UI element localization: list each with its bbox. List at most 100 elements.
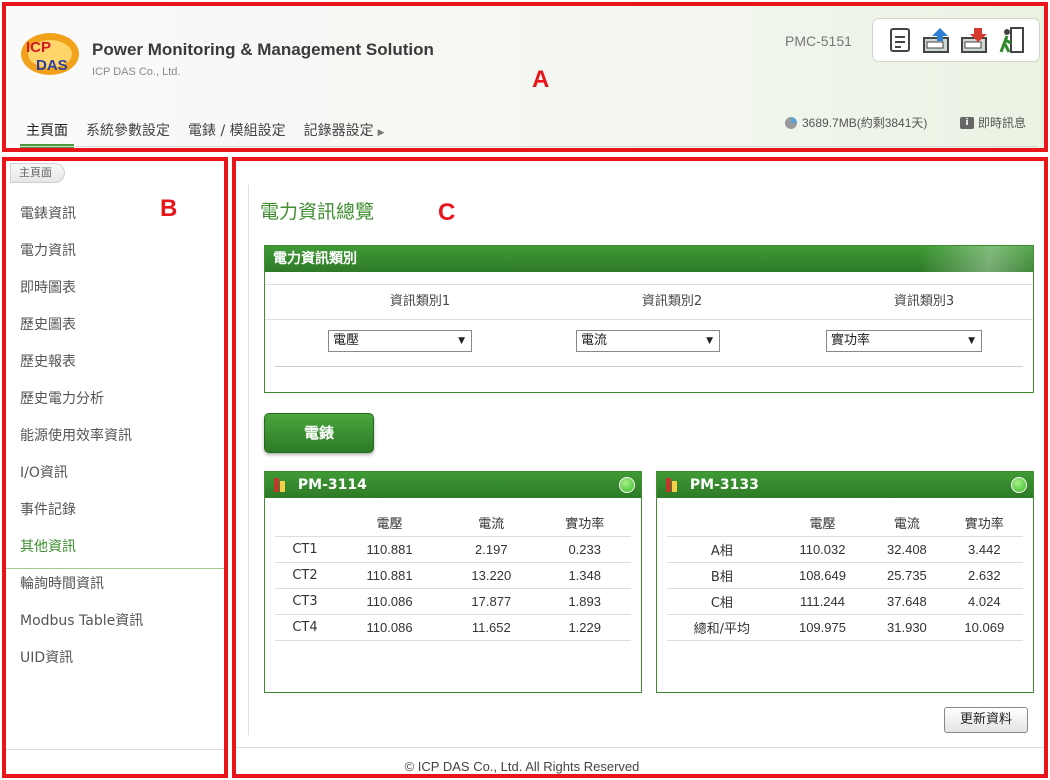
- table-row: CT2 110.881 13.220 1.348: [275, 561, 631, 588]
- tab-logger-settings[interactable]: 記錄器設定 ▶: [298, 114, 391, 148]
- table-cell: 3.442: [945, 535, 1023, 562]
- header-divider: [20, 146, 1038, 147]
- info-icon: i: [960, 116, 974, 129]
- table-cell: 11.652: [444, 613, 539, 641]
- page-title: 電力資訊總覽: [260, 201, 375, 223]
- sidebar-item-power-info[interactable]: 電力資訊: [6, 236, 224, 273]
- table-cell: 110.881: [334, 535, 445, 562]
- sidebar-item-event-log[interactable]: 事件記錄: [6, 495, 224, 532]
- category-1-select[interactable]: 電壓 ▼: [328, 330, 472, 352]
- table-cell: 108.649: [776, 561, 869, 588]
- header-shine: [923, 246, 1033, 272]
- sidebar-region: 主頁面 B 電錶資訊 電力資訊 即時圖表 歷史圖表 歷史報表 歷史電力分析 能源…: [2, 157, 228, 778]
- sidebar-menu: 電錶資訊 電力資訊 即時圖表 歷史圖表 歷史報表 歷史電力分析 能源使用效率資訊…: [6, 199, 224, 680]
- storage-text: 3689.7MB(約剩3841天): [802, 116, 928, 130]
- category-header-row: 資訊類別1 資訊類別2 資訊類別3: [265, 284, 1033, 320]
- row-label: CT4: [275, 613, 335, 641]
- column-header: 實功率: [565, 517, 605, 533]
- column-header: 實功率: [964, 517, 1004, 533]
- table-cell: 31.930: [868, 613, 946, 641]
- category-2-select[interactable]: 電流 ▼: [576, 330, 720, 352]
- meter-name: PM-3114: [297, 477, 367, 493]
- tab-label: 記錄器設定: [303, 123, 374, 139]
- sidebar-item-uid-info[interactable]: UID資訊: [6, 643, 224, 680]
- instant-message-button[interactable]: i 即時訊息: [960, 114, 1026, 131]
- power-meter-icon: [274, 478, 285, 492]
- meter-panel-header: PM-3133: [657, 472, 1033, 498]
- copyright-text: © ICP DAS Co., Ltd. All Rights Reserved: [404, 759, 640, 774]
- tab-main-page[interactable]: 主頁面: [20, 114, 74, 148]
- table-cell: 37.648: [868, 587, 946, 614]
- toolbar: [872, 18, 1040, 62]
- sidebar-item-io-info[interactable]: I/O資訊: [6, 458, 224, 495]
- tab-system-settings[interactable]: 系統參數設定: [80, 114, 176, 148]
- caret-right-icon: ▶: [377, 128, 385, 138]
- table-cell: 110.086: [334, 587, 445, 614]
- status-ok-icon: [1011, 477, 1027, 493]
- table-cell: 25.735: [868, 561, 946, 588]
- tab-label: 主頁面: [26, 123, 68, 139]
- column-header: 電流: [478, 517, 505, 533]
- category-2-value: 電流: [581, 333, 608, 348]
- document-icon[interactable]: [885, 25, 915, 55]
- sidebar-item-modbus-table[interactable]: Modbus Table資訊: [6, 606, 224, 643]
- table-cell: 10.069: [945, 613, 1023, 641]
- annotation-label-a: A: [532, 66, 550, 93]
- table-row: CT1 110.881 2.197 0.233: [275, 535, 631, 562]
- meter-button[interactable]: 電錶: [264, 413, 374, 453]
- tab-meter-module-settings[interactable]: 電錶 / 模組設定: [182, 114, 292, 148]
- table-cell: 110.881: [334, 561, 445, 588]
- dropdown-arrow-icon: ▼: [458, 336, 465, 346]
- sidebar-footer-divider: [6, 749, 224, 750]
- table-header-row: 電壓 電流 實功率: [667, 510, 1023, 536]
- content-region: 電力資訊總覽 C 電力資訊類別 資訊類別1 資訊類別2 資訊類別3 電壓 ▼ 電流…: [232, 157, 1048, 778]
- table-row: A相 110.032 32.408 3.442: [667, 535, 1023, 562]
- column-header: [275, 510, 335, 536]
- category-1-header: 資訊類別1: [389, 294, 451, 309]
- download-icon[interactable]: [960, 25, 990, 55]
- table-cell: 111.244: [776, 587, 869, 614]
- sidebar-item-history-analysis[interactable]: 歷史電力分析: [6, 384, 224, 421]
- row-label: CT2: [275, 561, 335, 588]
- meter-table: 電壓 電流 實功率 A相 110.032 32.408 3.442 B相 108…: [667, 510, 1023, 641]
- table-cell: 1.348: [538, 561, 631, 588]
- status-ok-icon: [619, 477, 635, 493]
- table-cell: 110.086: [334, 613, 445, 641]
- row-label: CT1: [275, 535, 335, 562]
- refresh-data-button[interactable]: 更新資料: [944, 707, 1028, 733]
- table-cell: 17.877: [444, 587, 539, 614]
- sidebar-item-realtime-chart[interactable]: 即時圖表: [6, 273, 224, 310]
- category-panel: 電力資訊類別 資訊類別1 資訊類別2 資訊類別3 電壓 ▼ 電流 ▼ 實功率 ▼: [264, 245, 1034, 393]
- tab-label: 電錶 / 模組設定: [188, 123, 286, 139]
- breadcrumb[interactable]: 主頁面: [10, 163, 65, 183]
- meter-table: 電壓 電流 實功率 CT1 110.881 2.197 0.233 CT2 11…: [275, 510, 631, 641]
- table-cell: 32.408: [868, 535, 946, 562]
- table-row: CT4 110.086 11.652 1.229: [275, 613, 631, 641]
- category-1-value: 電壓: [333, 333, 360, 348]
- sidebar-item-energy-efficiency[interactable]: 能源使用效率資訊: [6, 421, 224, 458]
- table-header-row: 電壓 電流 實功率: [275, 510, 631, 536]
- svg-text:DAS: DAS: [36, 57, 68, 74]
- sidebar-item-polling-time[interactable]: 輪詢時間資訊: [6, 569, 224, 606]
- table-cell: 1.229: [538, 613, 631, 641]
- sidebar-item-other-info[interactable]: 其他資訊: [6, 532, 224, 569]
- table-cell: 2.197: [444, 535, 539, 562]
- meter-panel-pm3133: PM-3133 電壓 電流 實功率 A相 110.032 32.408 3.44…: [656, 471, 1034, 693]
- category-bottom-rule: [275, 366, 1023, 367]
- sidebar-item-history-chart[interactable]: 歷史圖表: [6, 310, 224, 347]
- sidebar-item-meter-info[interactable]: 電錶資訊: [6, 199, 224, 236]
- table-cell: 4.024: [945, 587, 1023, 614]
- content-divider: [248, 185, 249, 735]
- upload-icon[interactable]: [922, 25, 952, 55]
- annotation-label-c: C: [438, 199, 456, 226]
- exit-icon[interactable]: [997, 25, 1027, 55]
- sidebar-item-history-report[interactable]: 歷史報表: [6, 347, 224, 384]
- row-label: A相: [667, 535, 777, 562]
- table-cell: 1.893: [538, 587, 631, 614]
- category-3-select[interactable]: 實功率 ▼: [826, 330, 982, 352]
- category-3-header: 資訊類別3: [893, 294, 955, 309]
- row-label: 總和/平均: [667, 613, 777, 641]
- row-label: B相: [667, 561, 777, 588]
- column-header: 電壓: [376, 517, 403, 533]
- header-region: ICP DAS Power Monitoring & Management So…: [2, 2, 1048, 152]
